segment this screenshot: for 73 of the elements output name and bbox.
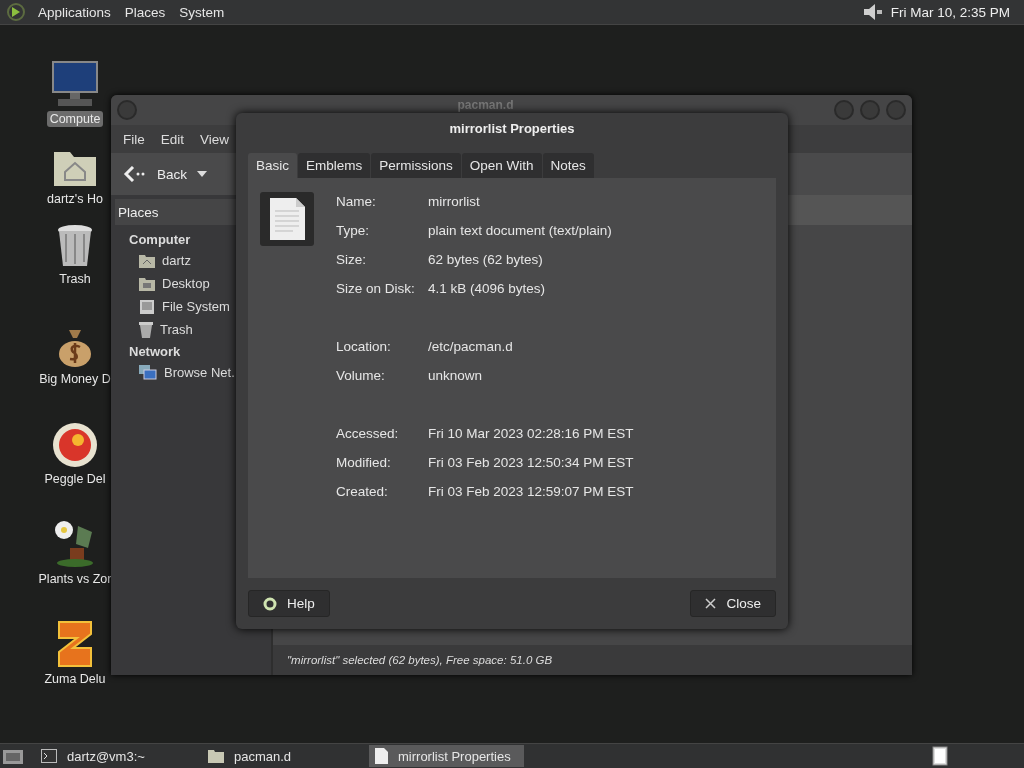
dropdown-caret-icon[interactable] bbox=[197, 171, 207, 177]
sidebar-heading: Network bbox=[128, 343, 182, 361]
property-value: Fri 03 Feb 2023 12:59:07 PM EST bbox=[428, 484, 634, 501]
tab[interactable]: Open With bbox=[461, 153, 542, 178]
sidebar-item[interactable]: Browse Net. bbox=[115, 361, 267, 384]
drive-icon bbox=[139, 299, 155, 314]
desktop-icon-label[interactable]: Peggle Del bbox=[41, 471, 109, 487]
menu-item[interactable]: File bbox=[115, 131, 153, 147]
desktop-icon-label[interactable]: Big Money D bbox=[36, 371, 114, 387]
folder-icon bbox=[208, 749, 224, 763]
sidebar-item[interactable]: File System bbox=[115, 295, 267, 318]
block-icon[interactable] bbox=[55, 620, 95, 668]
sidebar-item[interactable]: Trash bbox=[115, 318, 267, 341]
property-label: Volume: bbox=[336, 368, 386, 385]
property-label: Accessed: bbox=[336, 426, 400, 443]
taskbar-button[interactable]: dartz@vm3:~ bbox=[35, 745, 190, 767]
tab[interactable]: Permissions bbox=[371, 153, 461, 178]
clock[interactable]: Fri Mar 10, 2:35 PM bbox=[884, 4, 1018, 20]
taskbar-button[interactable]: mirrorlist Properties bbox=[369, 745, 524, 767]
close-button[interactable]: Close bbox=[690, 590, 776, 617]
desktop-icon-label[interactable]: Trash bbox=[56, 271, 94, 287]
help-icon bbox=[263, 596, 277, 611]
tab[interactable]: Basic bbox=[248, 153, 297, 178]
document-icon bbox=[375, 748, 388, 764]
property-value: /etc/pacman.d bbox=[428, 339, 513, 356]
property-value: mirrorlist bbox=[428, 194, 480, 211]
property-label: Size: bbox=[336, 252, 367, 269]
back-button[interactable]: Back bbox=[119, 162, 191, 186]
tab[interactable]: Notes bbox=[542, 153, 594, 178]
property-value: unknown bbox=[428, 368, 483, 385]
menu-item[interactable]: View bbox=[192, 131, 238, 147]
dialog-title: mirrorlist Properties bbox=[448, 120, 576, 138]
show-desktop-icon[interactable] bbox=[3, 748, 23, 764]
tab[interactable]: Emblems bbox=[298, 153, 371, 178]
network-icon bbox=[139, 364, 157, 381]
property-value: 62 bytes (62 bytes) bbox=[428, 252, 543, 269]
property-value: Fri 03 Feb 2023 12:50:34 PM EST bbox=[428, 455, 634, 472]
panel-menu[interactable]: System bbox=[173, 4, 231, 20]
property-value: plain text document (text/plain) bbox=[428, 223, 612, 240]
ball-icon[interactable] bbox=[52, 422, 98, 468]
file-icon bbox=[260, 192, 314, 246]
property-value: Fri 10 Mar 2023 02:28:16 PM EST bbox=[428, 426, 634, 443]
property-label: Created: bbox=[336, 484, 389, 501]
property-value: 4.1 kB (4096 bytes) bbox=[428, 281, 546, 298]
help-button[interactable]: Help bbox=[248, 590, 330, 617]
sidebar-item[interactable]: Desktop bbox=[115, 272, 267, 295]
desktop-icon-label[interactable]: Plants vs Zor bbox=[35, 571, 115, 587]
property-label: Location: bbox=[336, 339, 392, 356]
sidebar-item[interactable]: dartz bbox=[115, 249, 267, 272]
close-icon bbox=[705, 598, 717, 609]
desktop-icon-label[interactable]: dartz's Ho bbox=[44, 191, 106, 207]
home-folder-icon bbox=[139, 253, 155, 268]
sidebar-heading: Computer bbox=[128, 231, 192, 249]
menu-item[interactable]: Edit bbox=[152, 131, 193, 147]
property-label: Modified: bbox=[336, 455, 392, 472]
desktop-icon-label[interactable]: Zuma Delu bbox=[41, 671, 109, 687]
property-label: Type: bbox=[336, 223, 371, 240]
status-bar: "mirrorlist" selected (62 bytes), Free space: 51.0 GB bbox=[273, 645, 912, 675]
property-label: Name: bbox=[336, 194, 377, 211]
money-bag-icon[interactable] bbox=[57, 328, 93, 368]
panel-menu[interactable]: Places bbox=[118, 4, 172, 20]
taskbar-button[interactable]: pacman.d bbox=[202, 745, 357, 767]
workspace-icon[interactable] bbox=[932, 746, 948, 766]
trash-icon bbox=[139, 321, 153, 338]
panel-menu[interactable]: Applications bbox=[32, 4, 117, 20]
computer-icon[interactable] bbox=[50, 60, 100, 108]
logo-icon[interactable] bbox=[6, 2, 26, 22]
folder-icon bbox=[139, 276, 155, 291]
terminal-icon bbox=[41, 749, 57, 763]
desktop-icon-label[interactable]: Compute bbox=[46, 111, 104, 127]
property-label: Size on Disk: bbox=[336, 281, 416, 298]
trash-icon[interactable] bbox=[56, 224, 94, 268]
back-arrow-icon bbox=[123, 166, 145, 182]
